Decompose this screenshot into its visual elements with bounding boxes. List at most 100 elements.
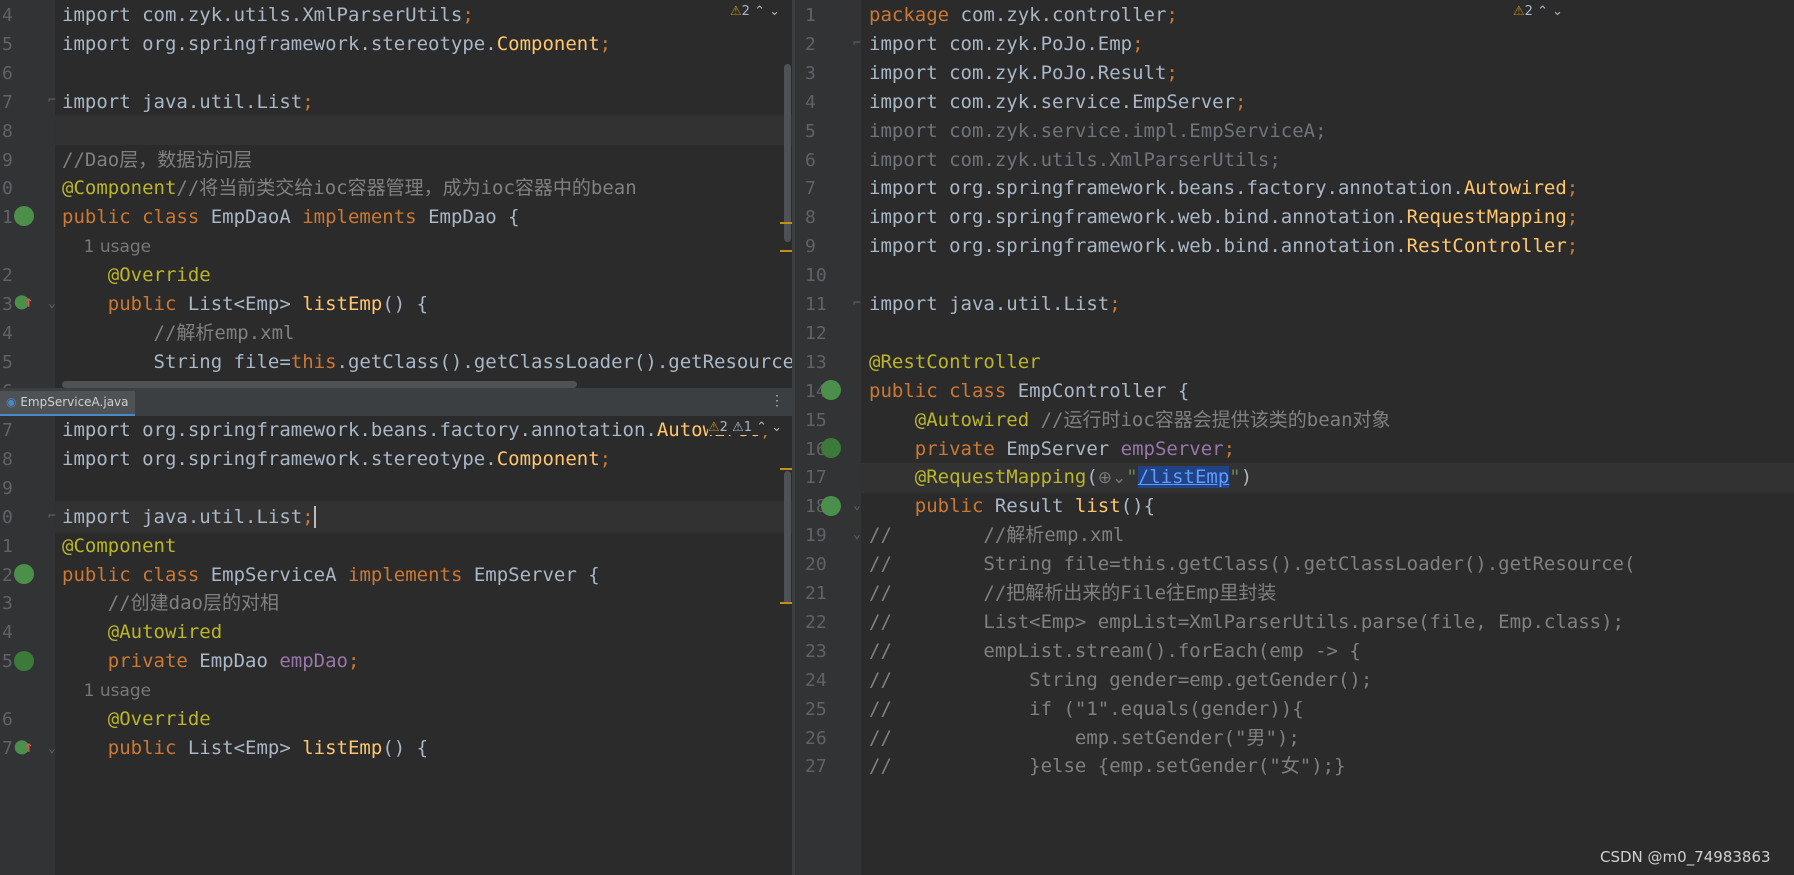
current-line-highlight <box>55 115 792 145</box>
code-token: //创建dao层的对相 <box>62 592 279 615</box>
code-token: ; <box>1223 437 1236 460</box>
code-token: import org.springframework.beans.factory… <box>62 419 657 441</box>
inspection-widget[interactable]: ⚠2 ⌃ ⌄ <box>1513 4 1563 19</box>
editor-left-bottom[interactable]: 7 import org.springframework.beans.factor… <box>0 416 792 875</box>
code-token: private <box>869 437 1007 460</box>
code-token: public <box>869 495 995 518</box>
inspection-widget[interactable]: ⚠2 ⚠1 ⌃ ⌄ <box>708 420 783 435</box>
code-token: ; <box>1566 206 1579 229</box>
code-token: import org.springframework.web.bind.anno… <box>869 235 1407 258</box>
code-token: EmpDao { <box>428 206 520 229</box>
code-line[interactable]: import java.util.List; <box>869 288 1121 321</box>
code-token: // }else {emp.setGender("女");} <box>869 755 1346 778</box>
editor-left-top[interactable]: 4 import com.zyk.utils.XmlParserUtils; 5 im… <box>0 0 792 388</box>
code-token: Component <box>496 447 600 470</box>
code-line[interactable]: import org.springframework.stereotype.Co… <box>62 443 611 476</box>
spring-bean-icon[interactable] <box>14 206 34 226</box>
fold-icon[interactable]: ⌐ <box>853 296 861 311</box>
warning-stripe <box>780 222 792 224</box>
code-token: // //把解析出来的File往Emp里封装 <box>869 582 1277 604</box>
override-up-arrow-icon[interactable]: ↑ <box>24 737 34 756</box>
code-line[interactable]: import org.springframework.stereotype.Co… <box>62 28 611 61</box>
code-token: List<Emp> <box>187 736 303 759</box>
autowired-navigate-icon[interactable] <box>821 438 841 458</box>
code-token: () { <box>382 736 429 759</box>
spring-bean-icon[interactable] <box>14 564 34 584</box>
next-highlight-icon[interactable]: ⌄ <box>1552 4 1563 19</box>
code-token: .getClass().getClassLoader().getResource… <box>336 350 792 373</box>
code-token: 1 usage <box>62 237 152 258</box>
prev-highlight-icon[interactable]: ⌃ <box>754 4 769 19</box>
tab-empservicea[interactable]: ◉ EmpServiceA.java <box>0 391 135 416</box>
next-highlight-icon[interactable]: ⌄ <box>769 4 780 19</box>
code-token: RestController <box>1406 235 1567 258</box>
code-token: import org.springframework.stereotype. <box>62 32 497 55</box>
line-number[interactable]: 5 <box>2 645 13 678</box>
editor-right[interactable]: 1 package com.zyk.controller; 2 import com.… <box>795 0 1794 875</box>
line-number[interactable]: 1 <box>2 201 13 234</box>
code-token: String file= <box>62 350 291 373</box>
code-token: ( <box>1086 466 1098 489</box>
fold-icon[interactable]: ⌄ <box>48 296 56 311</box>
weak-warning-count: 1 <box>743 420 753 435</box>
code-token: // List<Emp> empList=XmlParserUtils.pars… <box>869 610 1624 633</box>
fold-icon[interactable]: ⌐ <box>48 509 56 524</box>
code-token: ; <box>348 650 360 673</box>
line-number[interactable]: 27 <box>805 750 827 783</box>
vertical-scrollbar[interactable] <box>784 471 791 604</box>
code-token: import org.springframework.web.bind.anno… <box>869 206 1407 229</box>
code-token: ) <box>1240 466 1253 489</box>
next-highlight-icon[interactable]: ⌄ <box>771 420 782 435</box>
line-number[interactable]: 6 <box>2 375 13 388</box>
fold-icon[interactable]: ⌐ <box>48 93 56 108</box>
code-token: public class <box>62 206 211 229</box>
code-token: ; <box>1166 4 1178 26</box>
prev-highlight-icon[interactable]: ⌃ <box>1537 4 1552 19</box>
code-token: empServer <box>1120 437 1224 460</box>
code-token: import com.zyk.PoJo.Result <box>869 61 1167 84</box>
code-token: listEmp <box>302 736 383 759</box>
code-line[interactable]: public List<Emp> listEmp() { <box>62 732 428 765</box>
code-token: @RestController <box>869 350 1041 373</box>
fold-icon[interactable]: ⌄ <box>853 527 861 542</box>
code-token: @Override <box>62 708 211 730</box>
code-token: @Autowired <box>62 621 223 644</box>
code-token: // String file=this.getClass().getClassL… <box>869 553 1636 576</box>
code-token: public <box>62 736 188 759</box>
endpoint-icon[interactable] <box>821 496 841 516</box>
code-token: Component <box>496 32 600 55</box>
code-token: Autowired <box>1463 177 1567 200</box>
autowired-navigate-icon[interactable] <box>14 651 34 671</box>
java-class-icon: ◉ <box>6 395 17 409</box>
warning-count: 2 <box>719 420 728 435</box>
code-token: this <box>290 350 337 373</box>
code-token: ; <box>302 90 314 113</box>
spring-bean-icon[interactable] <box>821 380 841 400</box>
code-token: public class <box>869 379 1018 402</box>
code-token: (){ <box>1120 495 1156 518</box>
code-token: import com.zyk.utils.XmlParserUtils <box>62 4 463 26</box>
fold-icon[interactable]: ⌄ <box>48 741 56 756</box>
code-token: ; <box>1132 32 1144 55</box>
warning-stripe <box>780 250 792 252</box>
warning-count: 2 <box>1524 4 1533 19</box>
code-line[interactable]: import org.springframework.web.bind.anno… <box>869 230 1578 263</box>
code-token: list <box>1074 495 1121 518</box>
code-line[interactable]: // }else {emp.setGender("女");} <box>869 750 1346 783</box>
code-token: ; <box>599 447 612 470</box>
inspection-widget[interactable]: ⚠2 ⌃ ⌄ <box>730 4 780 19</box>
code-token: ; <box>1566 235 1579 258</box>
code-line[interactable]: import java.util.List; <box>62 86 314 119</box>
code-token: listEmp <box>302 293 383 315</box>
code-token: import org.springframework.stereotype. <box>62 447 497 470</box>
fold-icon[interactable]: ⌐ <box>853 36 861 51</box>
tab-label: EmpServiceA.java <box>20 395 129 409</box>
code-token: RequestMapping <box>1406 206 1567 229</box>
vertical-scrollbar[interactable] <box>784 64 791 242</box>
fold-icon[interactable]: ⌄ <box>853 498 861 513</box>
prev-highlight-icon[interactable]: ⌃ <box>756 420 771 435</box>
horizontal-scrollbar[interactable] <box>62 381 577 388</box>
line-number[interactable]: 7 <box>2 732 13 765</box>
more-options-icon[interactable]: ⋮ <box>770 393 784 409</box>
override-up-arrow-icon[interactable]: ↑ <box>24 292 34 311</box>
